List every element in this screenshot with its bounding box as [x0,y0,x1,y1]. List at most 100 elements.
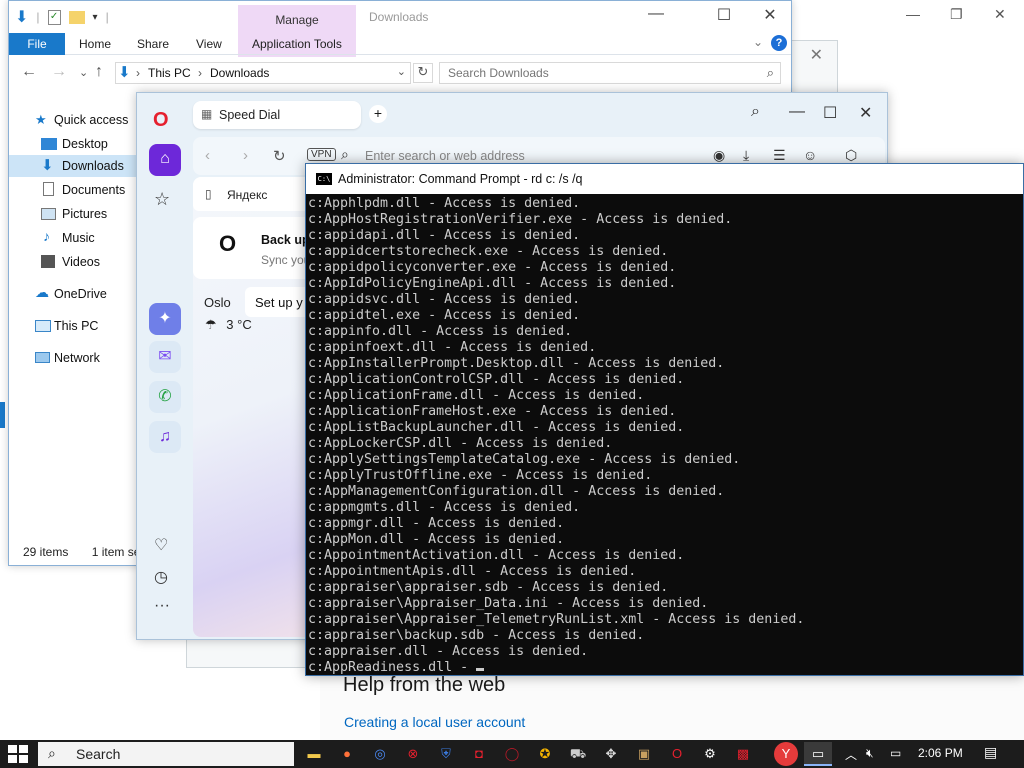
nav-pictures[interactable]: Pictures [9,203,137,225]
app-taskbar-icon[interactable]: ⊗ [399,742,427,766]
nav-quick-access[interactable]: ★ Quick access [9,109,137,131]
game-taskbar-icon[interactable]: ✪ [531,742,559,766]
forward-arrow-icon[interactable]: → [51,63,67,81]
search-icon[interactable]: ⌕ [751,103,760,121]
close-button[interactable]: ✕ [859,103,872,123]
nav-videos[interactable]: Videos [9,251,137,273]
maximize-button[interactable]: ☐ [823,103,837,123]
tab-speed-dial[interactable]: ▦ Speed Dial [193,101,361,129]
yandex-taskbar-icon[interactable]: Y [774,742,798,766]
forward-icon[interactable]: › [243,147,248,164]
chevron-down-icon[interactable]: ⌄ [397,65,406,78]
opera-logo-icon[interactable]: O [153,109,169,132]
address-bar[interactable]: ⬇ › This PC › Downloads ⌄ [115,62,411,84]
chrome-taskbar-icon[interactable]: ◎ [366,742,394,766]
opera-taskbar-icon[interactable]: O [663,742,691,766]
more-icon[interactable]: ··· [154,597,170,615]
aria-icon[interactable]: ✦ [149,303,181,335]
nav-onedrive[interactable]: ☁ OneDrive [9,283,137,305]
properties-icon[interactable]: ✓ [47,9,61,25]
tab-file[interactable]: File [9,33,65,55]
box-taskbar-icon[interactable]: ▣ [630,742,658,766]
downloads-icon[interactable]: ⤓ [743,147,749,164]
backup-card[interactable]: O Back up Sync you [193,217,313,279]
home-icon[interactable]: ⌂ [149,144,181,176]
shield-taskbar-icon[interactable]: ⛨ [432,742,460,766]
network-status-icon[interactable]: ▭ [890,746,901,760]
back-icon[interactable]: ‹ [205,147,210,164]
messenger-icon[interactable]: ✉ [149,341,181,373]
tab-share[interactable]: Share [137,37,169,51]
close-icon[interactable]: ✕ [994,6,1006,23]
tab-view[interactable]: View [196,37,222,51]
music-player-icon[interactable]: ♫ [149,421,181,453]
restore-icon[interactable]: ❐ [950,6,963,23]
chevron-right-icon[interactable]: › [198,66,202,80]
chevron-right-icon[interactable]: › [136,66,140,80]
taskbar-search-box[interactable]: ⌕ Search [38,742,294,766]
volume-muted-icon[interactable]: 🔇︎ [866,746,874,761]
nav-desktop[interactable]: Desktop [9,133,137,155]
camera-icon[interactable]: ◉ [713,147,725,164]
history-icon[interactable]: ◷ [154,567,168,587]
new-folder-icon[interactable] [68,10,85,24]
firefox-taskbar-icon[interactable]: ● [333,742,361,766]
back-arrow-icon[interactable]: ← [21,63,37,81]
up-arrow-icon[interactable]: ↑ [95,63,103,81]
windows-start-icon[interactable] [8,745,28,763]
tab-home[interactable]: Home [79,37,111,51]
address-input[interactable]: Enter search or web address [365,149,525,163]
opera-gx-taskbar-icon[interactable]: ◯ [498,742,526,766]
maximize-button[interactable]: ☐ [709,5,739,25]
easy-setup-icon[interactable]: ☰ [773,147,786,164]
reload-icon[interactable]: ↻ [273,147,286,165]
settings-taskbar-icon[interactable]: ⚙ [696,742,724,766]
profile-icon[interactable]: ☺ [803,147,817,163]
tank-taskbar-icon[interactable]: ⛟ [564,742,592,766]
minimize-button[interactable]: — [641,5,671,23]
chevron-down-icon[interactable]: ⌄ [79,66,88,79]
network-app-taskbar-icon[interactable]: ✥ [597,742,625,766]
cmd-taskbar-icon[interactable]: ▭ [804,742,832,766]
clock[interactable]: 2:06 PM [918,746,963,760]
nav-label: OneDrive [54,287,107,301]
nav-downloads[interactable]: ⬇ Downloads [9,155,137,177]
file-explorer-taskbar-icon[interactable]: ▬ [300,742,328,766]
computer-icon [35,320,51,332]
new-tab-button[interactable]: + [369,105,387,123]
extensions-icon[interactable]: ⬡ [845,147,857,164]
close-button[interactable]: ✕ [755,5,785,25]
video-taskbar-icon[interactable]: ◘ [465,742,493,766]
notifications-icon[interactable]: ▤ [984,744,997,761]
refresh-button[interactable]: ↻ [413,63,433,83]
breadcrumb-this-pc[interactable]: This PC [148,66,191,80]
nav-documents[interactable]: Documents [9,179,137,201]
recorder-taskbar-icon[interactable]: ▩ [729,742,757,766]
breadcrumb-downloads[interactable]: Downloads [210,66,269,80]
heart-icon[interactable]: ♡ [154,535,168,555]
cmd-line: c:AppManagementConfiguration.dll - Acces… [308,484,725,499]
bookmark-yandex[interactable]: ▯ Яндекс [193,177,313,211]
chevron-up-icon[interactable]: ︿ [845,746,857,763]
nav-music[interactable]: ♪ Music [9,227,137,249]
star-icon[interactable]: ☆ [154,189,170,210]
chevron-down-icon[interactable]: ⌄ [753,35,763,49]
whatsapp-icon[interactable]: ✆ [149,381,181,413]
tab-application-tools[interactable]: Application Tools [252,37,342,51]
search-input[interactable] [440,63,740,83]
music-icon: ♪ [43,228,50,244]
vpn-badge[interactable]: VPN [307,148,336,161]
local-account-link[interactable]: Creating a local user account [344,714,525,730]
download-folder-icon: ⬇ [15,9,29,26]
close-icon[interactable]: ✕ [810,45,823,65]
window-title: Downloads [369,10,429,24]
search-icon[interactable]: ⌕ [767,65,774,81]
cmd-output[interactable]: c:Apphlpdm.dll - Access is denied. c:App… [308,196,1020,674]
minimize-button[interactable]: — [789,103,805,121]
nav-this-pc[interactable]: This PC [9,315,137,337]
help-icon[interactable]: ? [771,35,787,51]
customize-qa-icon[interactable]: ▾ [93,12,98,23]
nav-label: Quick access [54,113,129,127]
nav-network[interactable]: Network [9,347,137,369]
minimize-icon[interactable]: — [906,6,920,22]
